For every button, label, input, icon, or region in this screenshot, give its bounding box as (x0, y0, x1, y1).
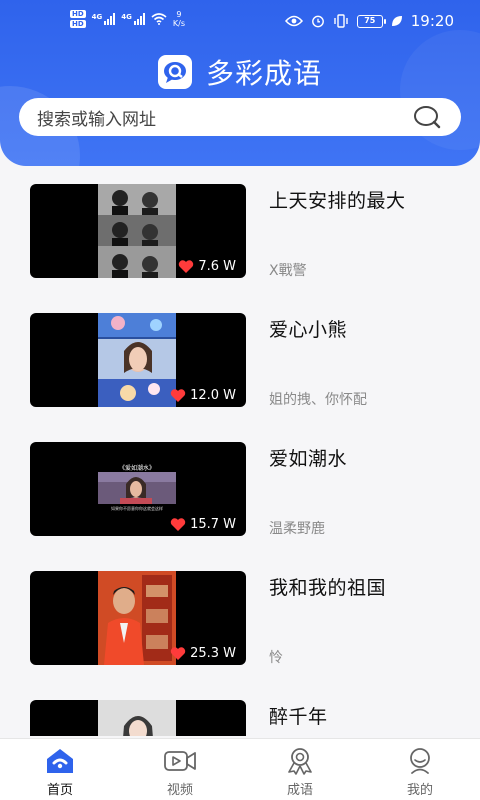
network-type-label: 4G (91, 13, 103, 21)
tab-idiom[interactable]: 成语 (240, 739, 360, 800)
signal-icon: 4G (121, 13, 145, 25)
tab-video[interactable]: 视频 (120, 739, 240, 800)
hd-indicator: HD HD (70, 10, 86, 28)
search-placeholder: 搜索或输入网址 (37, 109, 156, 130)
heart-icon (170, 517, 186, 531)
like-count: 15.7 W (170, 517, 236, 532)
video-frame (98, 472, 176, 504)
like-count: 12.0 W (170, 388, 236, 403)
video-title[interactable]: 上天安排的最大 (269, 186, 406, 213)
tab-video-label: 视频 (166, 783, 193, 798)
video-thumbnail[interactable] (30, 700, 246, 736)
user-icon (410, 748, 430, 774)
like-count: 7.6 W (178, 259, 236, 274)
thumbnail-image (98, 571, 176, 665)
home-icon (47, 749, 73, 773)
speed-unit: K/s (172, 19, 186, 28)
battery-icon: 75 (356, 14, 386, 28)
leaf-icon (391, 16, 402, 26)
video-thumbnail[interactable]: 12.0 W (30, 313, 246, 407)
alarm-icon (311, 15, 324, 28)
video-list[interactable]: 7.6 W 上天安排的最大 X戰警 12.0 W 爱心小熊 姐的拽、你怀配 《爱… (0, 166, 480, 736)
chat-bubble-logo-icon (157, 55, 192, 89)
like-count-value: 25.3 W (190, 646, 236, 661)
hd-bottom-label: HD (70, 20, 86, 28)
status-time: 19:20 (410, 12, 454, 30)
app-title: 多彩成语 (205, 57, 322, 90)
heart-icon (179, 259, 194, 273)
thumbnail-image (98, 313, 176, 407)
network-type-label: 4G (121, 13, 132, 21)
hd-top-label: HD (70, 10, 86, 18)
header: HD HD 4G 4G 9 K/s 75 19:20 多彩成语 搜索或输入网址 (0, 0, 480, 166)
bottom-tab-bar: 首页 视频 成语 我的 (0, 738, 480, 800)
tab-mine[interactable]: 我的 (360, 739, 480, 800)
heart-icon (170, 388, 186, 402)
tab-idiom-label: 成语 (286, 783, 313, 798)
list-item[interactable]: 7.6 W 上天安排的最大 X戰警 (0, 166, 480, 295)
vibrate-icon (334, 14, 348, 28)
video-author: 怜 (269, 650, 283, 666)
status-bar: HD HD 4G 4G 9 K/s 75 19:20 (0, 0, 480, 42)
video-author: 姐的拽、你怀配 (269, 392, 367, 408)
app-title-bar: 多彩成语 (0, 52, 480, 92)
list-item[interactable]: 12.0 W 爱心小熊 姐的拽、你怀配 (0, 295, 480, 424)
network-speed: 9 K/s (173, 10, 185, 28)
video-camera-icon (164, 751, 196, 771)
list-item[interactable]: 25.3 W 我和我的祖国 怜 (0, 553, 480, 682)
tab-home[interactable]: 首页 (0, 739, 120, 800)
like-count-value: 15.7 W (190, 517, 236, 532)
tab-mine-label: 我的 (406, 783, 433, 798)
video-title[interactable]: 爱心小熊 (269, 315, 347, 342)
badge-icon (288, 748, 312, 775)
thumbnail-image: 《爱如潮水》 如果你不愿意你你这就会这样 (98, 442, 176, 536)
search-input[interactable]: 搜索或输入网址 (19, 98, 461, 136)
like-count-value: 12.0 W (190, 388, 236, 403)
search-icon[interactable] (413, 105, 441, 129)
tab-home-label: 首页 (46, 783, 73, 798)
overlay-title: 《爱如潮水》 (118, 465, 155, 472)
overlay-caption: 如果你不愿意你你这就会这样 (111, 506, 163, 511)
list-item[interactable]: 《爱如潮水》 如果你不愿意你你这就会这样 15.7 W 爱如潮水 温柔野鹿 (0, 424, 480, 553)
heart-icon (170, 646, 186, 660)
video-title[interactable]: 爱如潮水 (269, 444, 347, 471)
wifi-icon (151, 13, 167, 25)
signal-icon: 4G (92, 13, 116, 25)
battery-level: 75 (364, 15, 376, 25)
like-count-value: 7.6 W (198, 259, 236, 274)
video-author: 温柔野鹿 (269, 521, 325, 537)
thumbnail-image (98, 700, 176, 736)
video-title[interactable]: 我和我的祖国 (269, 573, 386, 600)
video-title[interactable]: 醉千年 (269, 702, 328, 729)
thumbnail-image (98, 184, 176, 278)
video-thumbnail[interactable]: 7.6 W (30, 184, 246, 278)
eye-icon (284, 15, 303, 27)
video-thumbnail[interactable]: 25.3 W (30, 571, 246, 665)
video-author: X戰警 (269, 263, 307, 279)
speed-value: 9 (176, 10, 182, 19)
list-item[interactable]: 醉千年 (0, 682, 480, 736)
like-count: 25.3 W (170, 646, 236, 661)
video-thumbnail[interactable]: 《爱如潮水》 如果你不愿意你你这就会这样 15.7 W (30, 442, 246, 536)
